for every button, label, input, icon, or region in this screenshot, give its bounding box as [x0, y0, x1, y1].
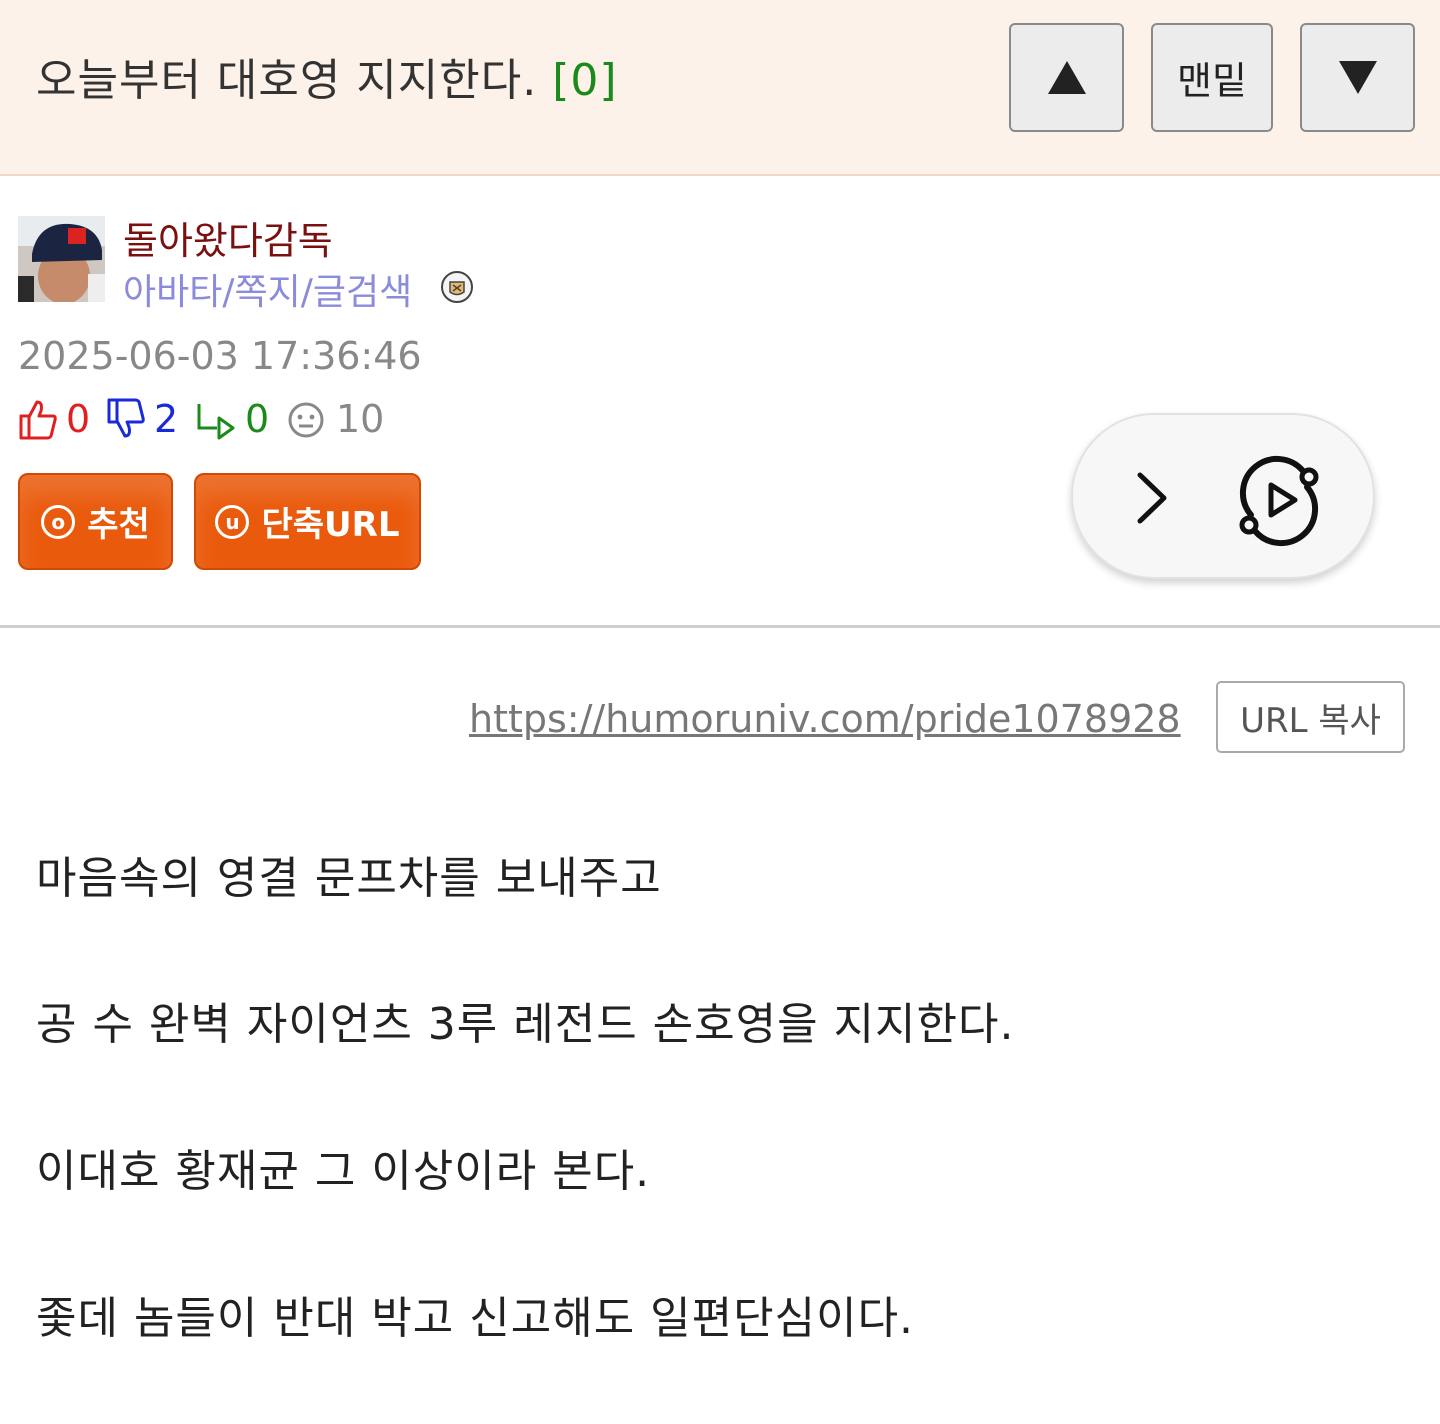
- body-line-1: 마음속의 영결 문프차를 보내주고: [36, 853, 662, 904]
- view-count: 10: [336, 397, 385, 441]
- floating-media-control: [1071, 413, 1375, 579]
- chevron-right-icon[interactable]: [1128, 467, 1178, 531]
- short-url-button[interactable]: u 단축URL: [194, 473, 421, 570]
- recommend-label: 추천: [87, 505, 150, 545]
- body-line-3: 이대호 황재균 그 이상이라 본다.: [36, 1146, 651, 1197]
- member-badge-icon: [440, 270, 474, 304]
- like-stat: 0: [18, 397, 90, 441]
- body-line-2: 공 수 완벽 자이언츠 3루 레전드 손호영을 지지한다.: [36, 999, 1015, 1050]
- replay-play-icon[interactable]: [1231, 453, 1327, 553]
- triangle-down-icon: [1338, 61, 1377, 94]
- post-date: 2025-06-03 17:36:46: [18, 334, 422, 378]
- short-url-circle-icon: u: [215, 504, 250, 539]
- section-divider: [0, 625, 1440, 628]
- like-count: 0: [66, 397, 91, 441]
- short-url-label: 단축URL: [261, 505, 400, 545]
- face-icon: [288, 402, 324, 438]
- thumbs-down-icon: [107, 398, 145, 438]
- reply-count: 0: [245, 397, 270, 441]
- post-title-text: 오늘부터 대호영 지지한다.: [36, 55, 538, 106]
- reply-arrow-icon: [197, 404, 235, 440]
- author-links[interactable]: 아바타/쪽지/글검색: [123, 263, 412, 315]
- recommend-circle-icon: o: [41, 504, 76, 539]
- comment-count[interactable]: [0]: [552, 55, 617, 106]
- view-stat: 10: [286, 397, 384, 441]
- reply-stat: 0: [195, 397, 269, 441]
- scroll-up-button[interactable]: [1009, 23, 1124, 132]
- triangle-up-icon: [1047, 61, 1086, 94]
- copy-url-button[interactable]: URL 복사: [1216, 681, 1405, 753]
- body-line-4: 좇데 놈들이 반대 박고 신고해도 일편단심이다.: [36, 1293, 915, 1344]
- dislike-stat: 2: [106, 397, 178, 441]
- thumbs-up-icon: [19, 400, 57, 440]
- recommend-button[interactable]: o 추천: [18, 473, 173, 570]
- post-header: 오늘부터 대호영 지지한다. [0] 맨밑: [0, 0, 1440, 176]
- post-url-link[interactable]: https://humoruniv.com/pride1078928: [469, 697, 1181, 741]
- avatar[interactable]: [18, 216, 105, 302]
- dislike-count: 2: [154, 397, 179, 441]
- post-title: 오늘부터 대호영 지지한다. [0]: [36, 44, 618, 108]
- scroll-bottom-button[interactable]: 맨밑: [1151, 23, 1273, 132]
- scroll-down-button[interactable]: [1300, 23, 1415, 132]
- author-name[interactable]: 돌아왔다감독: [123, 210, 333, 265]
